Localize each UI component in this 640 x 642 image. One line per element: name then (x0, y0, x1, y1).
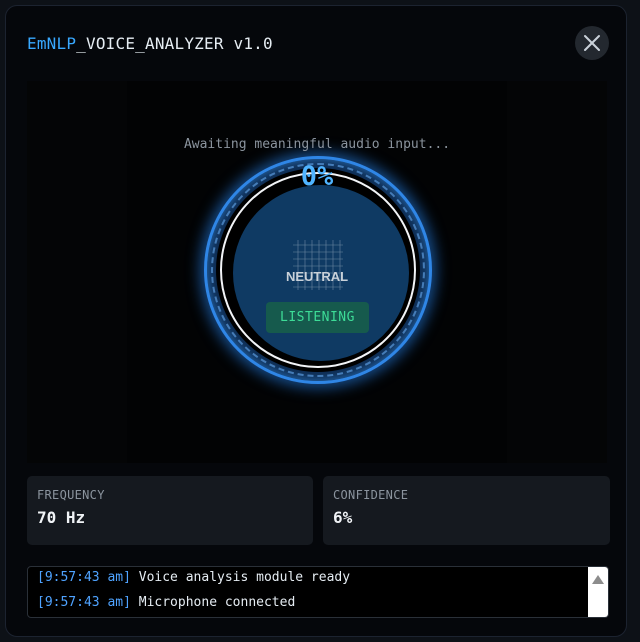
event-log[interactable]: [9:57:43 am] Voice analysis module ready… (27, 566, 609, 618)
log-entry: [9:57:43 am] Microphone connected (37, 595, 295, 610)
log-message: Microphone connected (138, 595, 296, 610)
confidence-card: CONFIDENCE 6% (323, 476, 610, 545)
log-timestamp: [9:57:43 am] (37, 570, 131, 585)
frequency-value: 70 Hz (37, 508, 86, 527)
frequency-label: FREQUENCY (37, 488, 105, 502)
title-rest: _VOICE_ANALYZER v1.0 (76, 34, 273, 53)
voice-analyzer-panel: EmNLP_VOICE_ANALYZER v1.0 Awaiting meani… (5, 5, 627, 637)
confidence-label: CONFIDENCE (333, 488, 409, 502)
confidence-value: 6% (333, 508, 353, 527)
app-title: EmNLP_VOICE_ANALYZER v1.0 (27, 34, 273, 53)
listening-badge: LISTENING (266, 302, 369, 333)
emotion-label: NEUTRAL (285, 269, 349, 284)
close-button[interactable] (575, 26, 609, 60)
log-entry: [9:57:43 am] Voice analysis module ready (37, 570, 350, 585)
log-timestamp: [9:57:43 am] (37, 595, 131, 610)
title-brand: EmNLP (27, 34, 77, 53)
close-icon (584, 35, 600, 51)
status-message: Awaiting meaningful audio input... (183, 137, 451, 152)
scroll-up-icon[interactable] (592, 575, 604, 584)
log-message: Voice analysis module ready (138, 570, 351, 585)
frequency-card: FREQUENCY 70 Hz (27, 476, 313, 545)
emotion-percent: 0% (300, 161, 334, 192)
log-scrollbar[interactable] (588, 567, 608, 617)
